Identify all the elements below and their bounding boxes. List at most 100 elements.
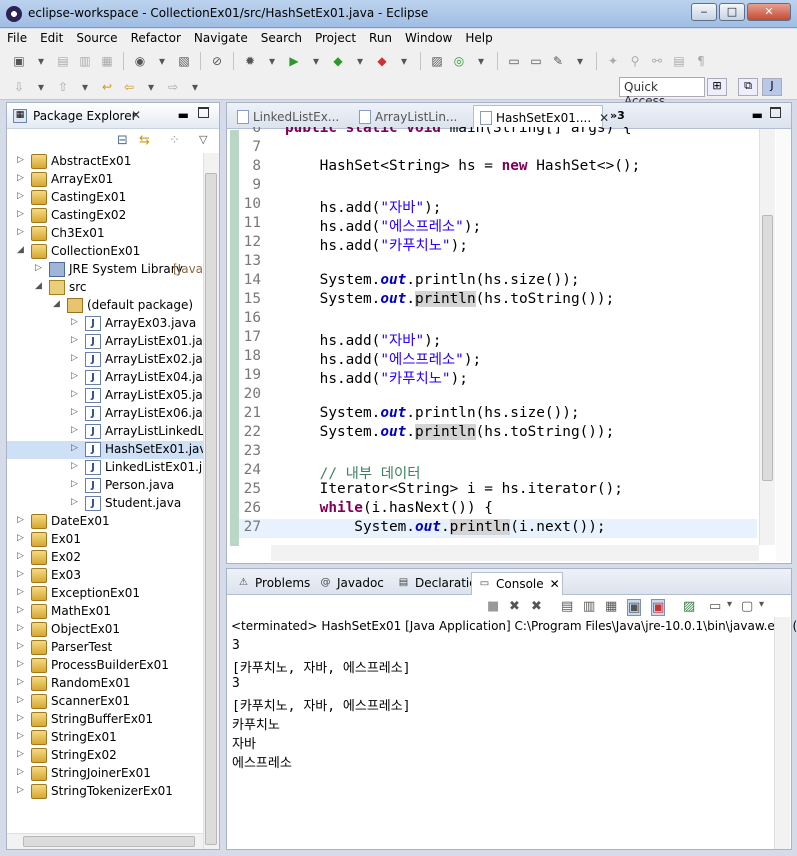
close-button[interactable]: ✕ bbox=[747, 3, 791, 21]
dropdown-icon[interactable]: ▾ bbox=[153, 52, 171, 70]
tree-item[interactable]: ▷ Ch3Ex01 bbox=[7, 225, 219, 243]
editor-tab[interactable]: ArrayListLin... bbox=[353, 105, 467, 129]
code-line[interactable]: 8 HashSet<String> hs = new HashSet<>(); bbox=[239, 158, 757, 177]
open-console-icon[interactable]: ▢ bbox=[741, 599, 753, 614]
expand-icon[interactable]: ▷ bbox=[71, 461, 81, 471]
code-line[interactable]: 17 hs.add("자바"); bbox=[239, 329, 757, 349]
menu-source[interactable]: Source bbox=[69, 29, 123, 48]
next-annotation-icon[interactable]: ⇩ bbox=[10, 78, 28, 96]
previous-annotation-icon[interactable]: ⇧ bbox=[54, 78, 72, 96]
mark-occurrences-icon[interactable]: ⚯ bbox=[648, 52, 666, 70]
dropdown-icon[interactable]: ▾ bbox=[351, 52, 369, 70]
dropdown-icon[interactable]: ▾ bbox=[32, 52, 50, 70]
code-line[interactable]: 22 System.out.println(hs.toString()); bbox=[239, 424, 757, 443]
dropdown-icon[interactable]: ▾ bbox=[263, 52, 281, 70]
tree-item[interactable]: ▷ Ex02 bbox=[7, 549, 219, 567]
expand-icon[interactable]: ▷ bbox=[17, 659, 27, 669]
expand-icon[interactable]: ▷ bbox=[17, 605, 27, 615]
tree-item[interactable]: ▷ ExceptionEx01 bbox=[7, 585, 219, 603]
expand-icon[interactable]: ▷ bbox=[17, 731, 27, 741]
skip-breakpoints-icon[interactable]: ⊘ bbox=[208, 52, 226, 70]
expand-icon[interactable]: ▷ bbox=[71, 425, 81, 435]
maximize-view-icon[interactable] bbox=[770, 107, 781, 118]
run-icon[interactable]: ▶ bbox=[285, 52, 303, 70]
code-line[interactable]: 12 hs.add("카푸치노"); bbox=[239, 234, 757, 254]
tree-item[interactable]: ▷ MathEx01 bbox=[7, 603, 219, 621]
menu-navigate[interactable]: Navigate bbox=[187, 29, 254, 48]
close-icon[interactable]: ✕ bbox=[599, 111, 609, 125]
tree-item[interactable]: ▷ DateEx01 bbox=[7, 513, 219, 531]
expand-icon[interactable]: ▷ bbox=[35, 263, 45, 273]
minimize-button[interactable]: ‒ bbox=[691, 3, 717, 21]
dropdown-icon[interactable]: ▾ bbox=[727, 599, 732, 610]
open-type-icon[interactable]: ▧ bbox=[175, 52, 193, 70]
tree-item[interactable]: ▷ StringEx02 bbox=[7, 747, 219, 765]
tree-item[interactable]: ▷ J Student.java bbox=[7, 495, 219, 513]
editor-scroll-thumb[interactable] bbox=[762, 215, 773, 481]
code-line[interactable]: 24 // 내부 데이터 bbox=[239, 462, 757, 482]
tree-item[interactable]: ▷ J ArrayEx03.java bbox=[7, 315, 219, 333]
tree-item[interactable]: ▷ J HashSetEx01.java bbox=[7, 441, 219, 459]
console-vertical-scrollbar[interactable] bbox=[774, 617, 790, 849]
tree-item[interactable]: ▷ ArrayEx01 bbox=[7, 171, 219, 189]
expand-icon[interactable]: ▷ bbox=[71, 479, 81, 489]
word-wrap-icon[interactable]: ▦ bbox=[605, 599, 617, 614]
tree-item[interactable]: ▷ J ArrayListLinkedLis bbox=[7, 423, 219, 441]
expand-icon[interactable]: ▷ bbox=[71, 335, 81, 345]
code-line[interactable]: 27 System.out.println(i.next()); bbox=[239, 519, 757, 538]
code-line[interactable]: 21 System.out.println(hs.size()); bbox=[239, 405, 757, 424]
tree-item[interactable]: ▷ J ArrayListEx06.java bbox=[7, 405, 219, 423]
open-perspective-icon[interactable]: ⊞ bbox=[707, 78, 727, 96]
expand-icon[interactable]: ▷ bbox=[17, 533, 27, 543]
code-line[interactable]: 25 Iterator<String> i = hs.iterator(); bbox=[239, 481, 757, 500]
expand-icon[interactable]: ▷ bbox=[17, 623, 27, 633]
tree-item[interactable]: ▷ J Person.java bbox=[7, 477, 219, 495]
expand-icon[interactable]: ▷ bbox=[17, 695, 27, 705]
menu-project[interactable]: Project bbox=[308, 29, 362, 48]
code-area[interactable]: 6 public static void main(String[] args) … bbox=[239, 127, 757, 545]
expand-icon[interactable]: ▷ bbox=[17, 713, 27, 723]
expand-icon[interactable]: ▷ bbox=[71, 353, 81, 363]
expand-icon[interactable]: ▷ bbox=[17, 515, 27, 525]
tree-item[interactable]: ▷ J ArrayListEx05.java bbox=[7, 387, 219, 405]
tree-item[interactable]: ▷ CastingEx01 bbox=[7, 189, 219, 207]
expand-icon[interactable]: ▷ bbox=[17, 569, 27, 579]
expand-icon[interactable]: ▷ bbox=[17, 749, 27, 759]
new-java-package-icon[interactable]: ▨ bbox=[428, 52, 446, 70]
show-on-stdout-icon[interactable]: ▣ bbox=[627, 599, 642, 616]
clear-console-icon[interactable]: ▤ bbox=[561, 599, 573, 614]
link-with-editor-icon[interactable]: ⇆ bbox=[139, 133, 150, 148]
tree-item[interactable]: ▷ CastingEx02 bbox=[7, 207, 219, 225]
dropdown-icon[interactable]: ▾ bbox=[395, 52, 413, 70]
expand-icon[interactable]: ▷ bbox=[71, 443, 81, 453]
save-icon[interactable]: ▤ bbox=[54, 52, 72, 70]
dropdown-icon[interactable]: ▾ bbox=[76, 78, 94, 96]
editor-tab[interactable]: HashSetEx01.... ✕ bbox=[473, 105, 609, 129]
menu-search[interactable]: Search bbox=[254, 29, 308, 48]
collapse-icon[interactable]: ◢ bbox=[53, 299, 63, 309]
code-line[interactable]: 26 while(i.hasNext()) { bbox=[239, 500, 757, 519]
tree-item[interactable]: ◢ (default package) bbox=[7, 297, 219, 315]
filter-icon[interactable]: ⁘ bbox=[169, 133, 180, 148]
search-icon[interactable]: ✎ bbox=[549, 52, 567, 70]
forward-icon[interactable]: ⇨ bbox=[164, 78, 182, 96]
expand-icon[interactable]: ▷ bbox=[17, 209, 27, 219]
external-tools-icon[interactable]: ◆ bbox=[373, 52, 391, 70]
code-line[interactable]: 23 bbox=[239, 443, 757, 462]
print-icon[interactable]: ▦ bbox=[98, 52, 116, 70]
tree-item[interactable]: ▷ Ex03 bbox=[7, 567, 219, 585]
minimize-view-icon[interactable]: ▬ bbox=[752, 108, 763, 122]
expand-icon[interactable]: ▷ bbox=[17, 227, 27, 237]
expand-icon[interactable]: ▷ bbox=[17, 551, 27, 561]
block-selection-icon[interactable]: ▤ bbox=[670, 52, 688, 70]
code-line[interactable]: 19 hs.add("카푸치노"); bbox=[239, 367, 757, 387]
tree-item[interactable]: ▷ Ex01 bbox=[7, 531, 219, 549]
expand-icon[interactable]: ▷ bbox=[71, 317, 81, 327]
expand-icon[interactable]: ▷ bbox=[17, 785, 27, 795]
profile-icon[interactable]: ◉ bbox=[131, 52, 149, 70]
tree-item[interactable]: ▷ ObjectEx01 bbox=[7, 621, 219, 639]
view-menu-icon[interactable]: ▽ bbox=[199, 133, 207, 146]
expand-icon[interactable]: ▷ bbox=[17, 767, 27, 777]
quick-access-field[interactable]: Quick Access bbox=[619, 77, 705, 108]
tab-problems[interactable]: ⚠ Problems bbox=[231, 572, 311, 595]
